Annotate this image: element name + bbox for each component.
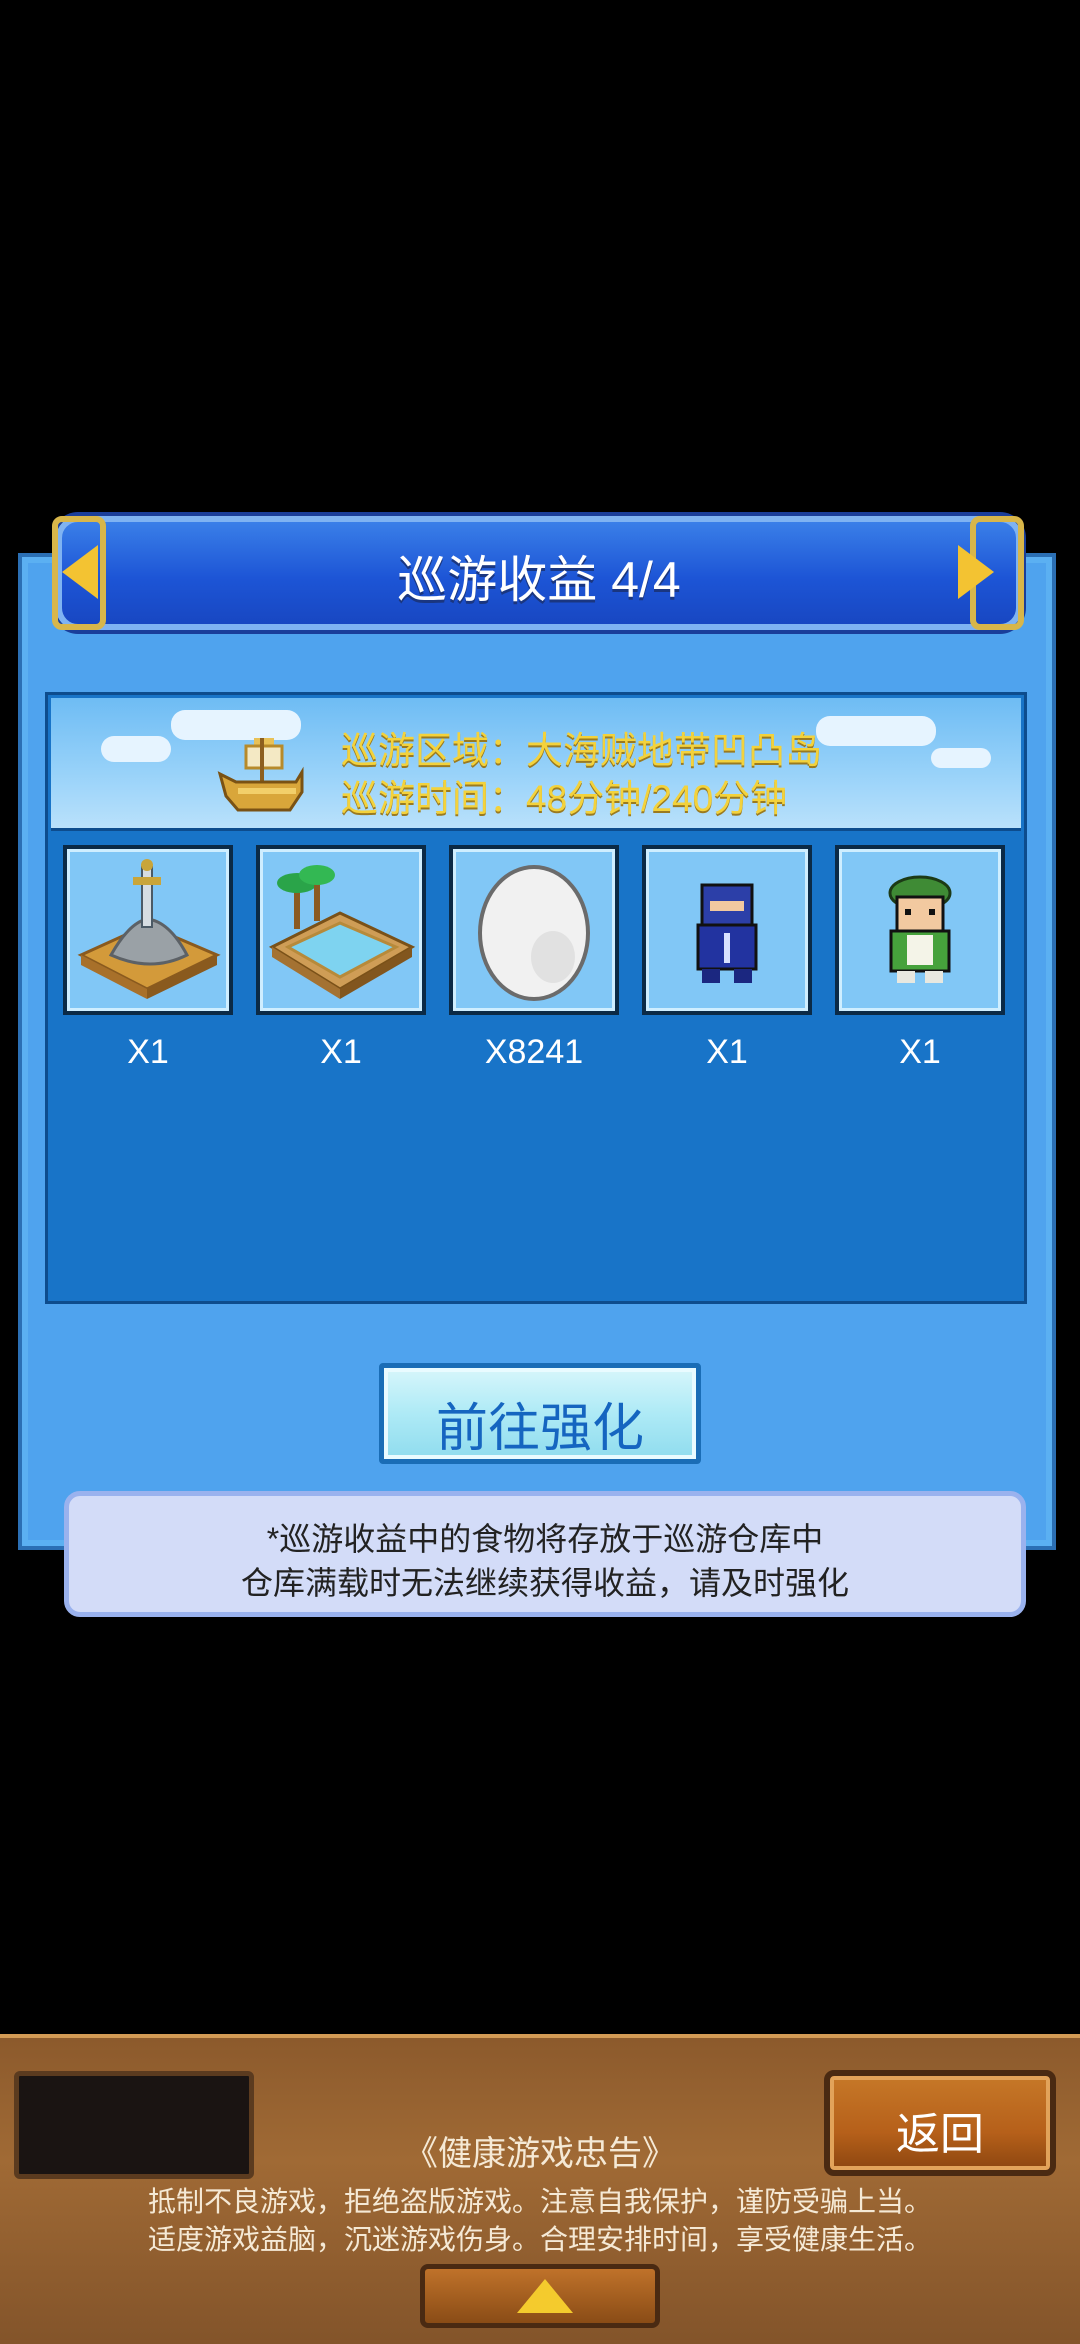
- dialog-title: 巡游收益 4/4: [397, 552, 681, 608]
- expand-button[interactable]: [420, 2264, 660, 2328]
- reward-qty: X1: [127, 1033, 169, 1071]
- reward-qty: X1: [899, 1033, 941, 1071]
- cruise-info-banner: 巡游区域：大海贼地带凹凸岛 巡游时间：48分钟/240分钟: [51, 698, 1021, 831]
- reward-item-pool[interactable]: [256, 845, 426, 1015]
- reward-item-egg[interactable]: [449, 845, 619, 1015]
- storage-notice: *巡游收益中的食物将存放于巡游仓库中 仓库满载时无法继续获得收益，请及时强化: [64, 1491, 1026, 1617]
- bottom-bar: 返回 《健康游戏忠告》 抵制不良游戏，拒绝盗版游戏。注意自我保护，谨防受骗上当。…: [0, 2034, 1080, 2344]
- health-advice-line-2: 适度游戏益脑，沉迷游戏伤身。合理安排时间，享受健康生活。: [147, 2224, 932, 2255]
- next-page-arrow-icon[interactable]: [958, 545, 994, 599]
- ninja-character-icon: [696, 883, 758, 983]
- pool-icon: [268, 865, 416, 999]
- health-advice-line-1: 抵制不良游戏，拒绝盗版游戏。注意自我保护，谨防受骗上当。: [147, 2186, 932, 2217]
- reward-qty: X1: [706, 1033, 748, 1071]
- go-enhance-label: 前往强化: [435, 1400, 644, 1458]
- reward-qty: X8241: [484, 1033, 584, 1071]
- rewards-panel: 巡游区域：大海贼地带凹凸岛 巡游时间：48分钟/240分钟 X1 X1 X824…: [45, 692, 1027, 1304]
- cloud-icon: [931, 748, 991, 768]
- cruise-time-text: 巡游时间：48分钟/240分钟: [341, 778, 788, 819]
- cruise-area-text: 巡游区域：大海贼地带凹凸岛: [341, 730, 822, 771]
- reward-item-ninja[interactable]: [642, 845, 812, 1015]
- health-advice-title: 《健康游戏忠告》: [404, 2135, 676, 2173]
- notice-line-2: 仓库满载时无法继续获得收益，请及时强化: [240, 1565, 849, 1601]
- dialog-title-bar: 巡游收益 4/4: [56, 516, 1022, 630]
- egg-icon: [478, 865, 590, 1001]
- reward-qty: X1: [320, 1033, 362, 1071]
- notice-line-1: *巡游收益中的食物将存放于巡游仓库中: [266, 1521, 824, 1557]
- ship-icon: [217, 738, 304, 812]
- prev-page-arrow-icon[interactable]: [62, 545, 98, 599]
- go-enhance-button[interactable]: 前往强化: [379, 1363, 701, 1464]
- cloud-icon: [101, 736, 171, 762]
- up-arrow-icon: [517, 2279, 573, 2313]
- sword-monument-icon: [77, 859, 221, 999]
- green-cap-character-icon: [888, 875, 952, 983]
- reward-item-sword-monument[interactable]: [63, 845, 233, 1015]
- cloud-icon: [816, 716, 936, 746]
- reward-item-green-cap[interactable]: [835, 845, 1005, 1015]
